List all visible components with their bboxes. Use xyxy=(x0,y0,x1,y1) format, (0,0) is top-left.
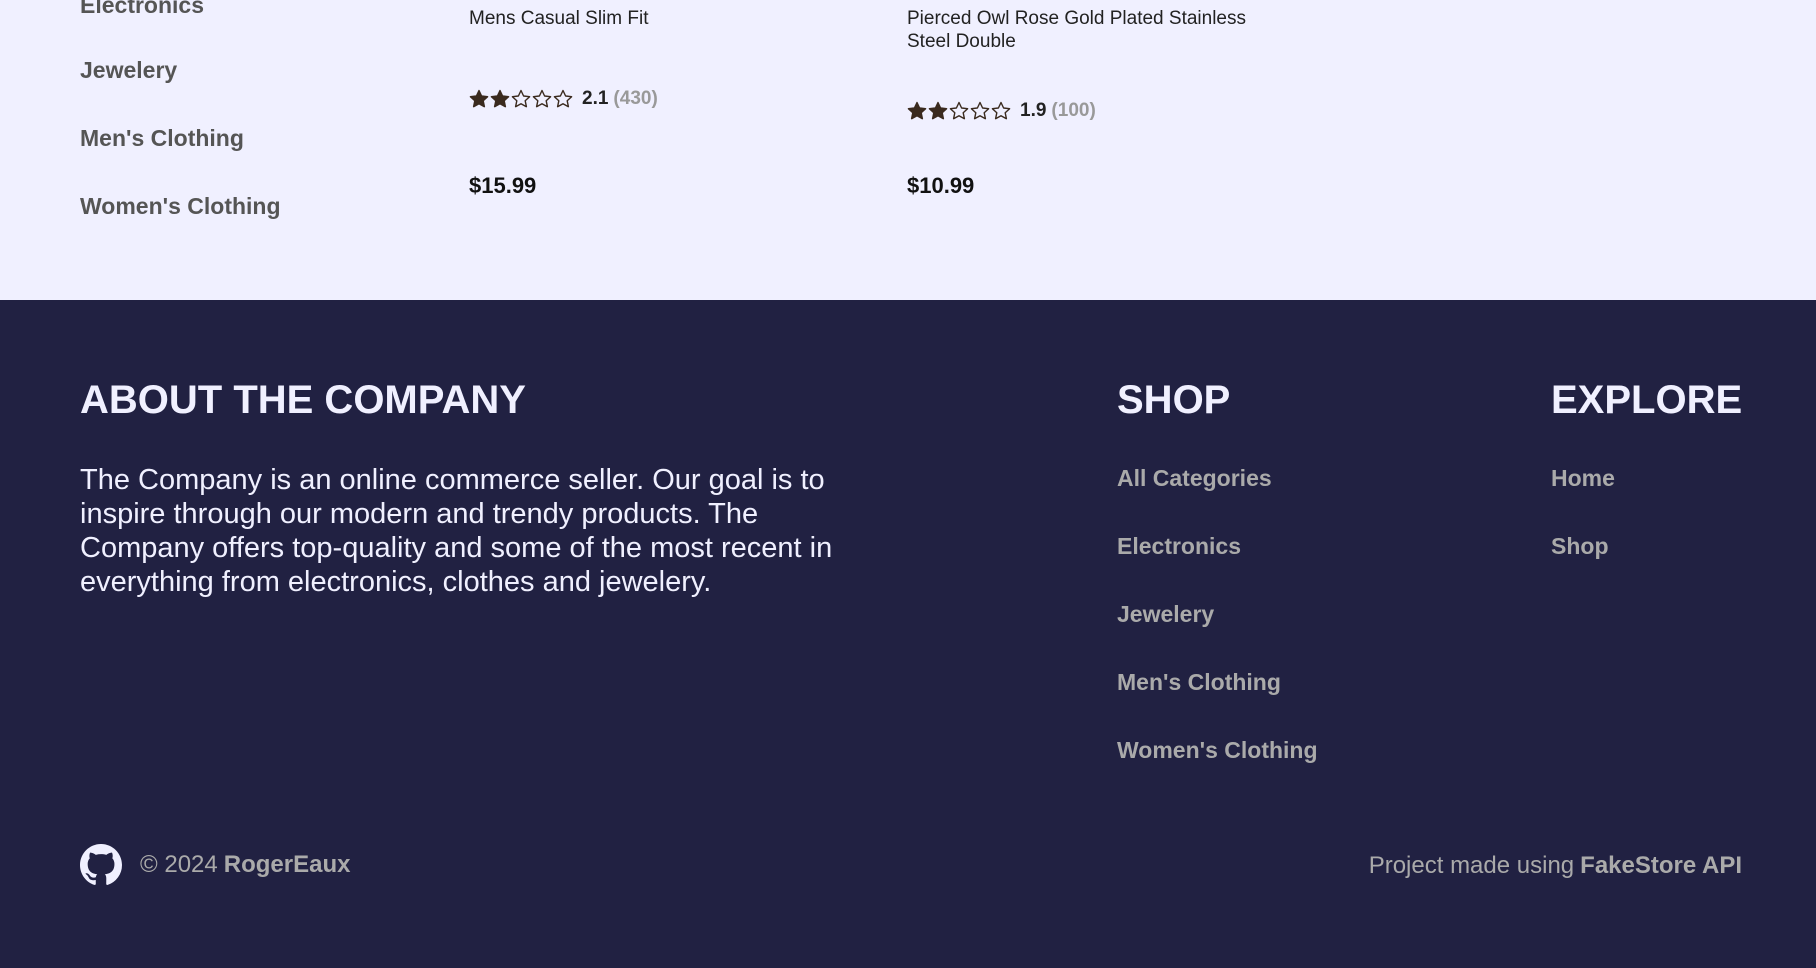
fakestore-api-link[interactable]: FakeStore API xyxy=(1580,852,1742,879)
explore-heading: EXPLORE xyxy=(1551,378,1743,422)
about-text: The Company is an online commerce seller… xyxy=(80,464,833,598)
author-link[interactable]: RogerEaux xyxy=(224,851,351,879)
star-rating xyxy=(907,101,1012,121)
product-rating: 2.1 (430) xyxy=(469,88,658,110)
star-empty-icon xyxy=(991,101,1011,120)
footer-link-womens-clothing[interactable]: Women's Clothing xyxy=(1117,737,1318,764)
star-full-icon xyxy=(907,101,927,120)
star-full-icon xyxy=(469,89,489,108)
rating-value: 2.1 xyxy=(582,88,609,109)
star-full-icon xyxy=(928,101,948,120)
sidebar-category-womens-clothing[interactable]: Women's Clothing xyxy=(80,193,281,220)
about-heading: ABOUT THE COMPANY xyxy=(80,378,526,422)
api-credit: Project made using FakeStore API xyxy=(1369,852,1742,880)
footer-link-shop[interactable]: Shop xyxy=(1551,533,1609,560)
product-card[interactable]: Mens Casual Slim Fit 2.1 (430) $15.99 xyxy=(469,7,849,207)
footer-link-electronics[interactable]: Electronics xyxy=(1117,533,1241,560)
sidebar-category-electronics[interactable]: Electronics xyxy=(80,0,204,19)
product-section: Electronics Jewelery Men's Clothing Wome… xyxy=(0,0,1816,300)
rating-value: 1.9 xyxy=(1020,100,1047,121)
sidebar-category-jewelery[interactable]: Jewelery xyxy=(80,57,177,84)
product-name[interactable]: Pierced Owl Rose Gold Plated Stainless S… xyxy=(907,7,1287,53)
copyright-text: © 2024 xyxy=(140,851,218,878)
footer-link-jewelery[interactable]: Jewelery xyxy=(1117,601,1214,628)
github-icon[interactable] xyxy=(80,844,122,886)
product-price: $10.99 xyxy=(907,173,975,198)
footer-link-all-categories[interactable]: All Categories xyxy=(1117,465,1272,492)
rating-count: (100) xyxy=(1051,100,1096,121)
star-empty-icon xyxy=(553,89,573,108)
footer-link-home[interactable]: Home xyxy=(1551,465,1615,492)
star-empty-icon xyxy=(949,101,969,120)
product-price: $15.99 xyxy=(469,173,537,198)
star-empty-icon xyxy=(532,89,552,108)
star-rating xyxy=(469,89,574,109)
star-empty-icon xyxy=(511,89,531,108)
api-credit-prefix: Project made using xyxy=(1368,852,1575,879)
star-full-icon xyxy=(490,89,510,108)
footer-link-mens-clothing[interactable]: Men's Clothing xyxy=(1117,669,1281,696)
sidebar-category-mens-clothing[interactable]: Men's Clothing xyxy=(80,125,244,152)
product-rating: 1.9 (100) xyxy=(907,100,1096,122)
shop-heading: SHOP xyxy=(1117,378,1231,422)
product-name[interactable]: Mens Casual Slim Fit xyxy=(469,7,849,30)
star-empty-icon xyxy=(970,101,990,120)
footer-credits: © 2024 RogerEaux xyxy=(80,844,350,886)
rating-count: (430) xyxy=(613,88,658,109)
product-card[interactable]: Pierced Owl Rose Gold Plated Stainless S… xyxy=(907,7,1287,207)
